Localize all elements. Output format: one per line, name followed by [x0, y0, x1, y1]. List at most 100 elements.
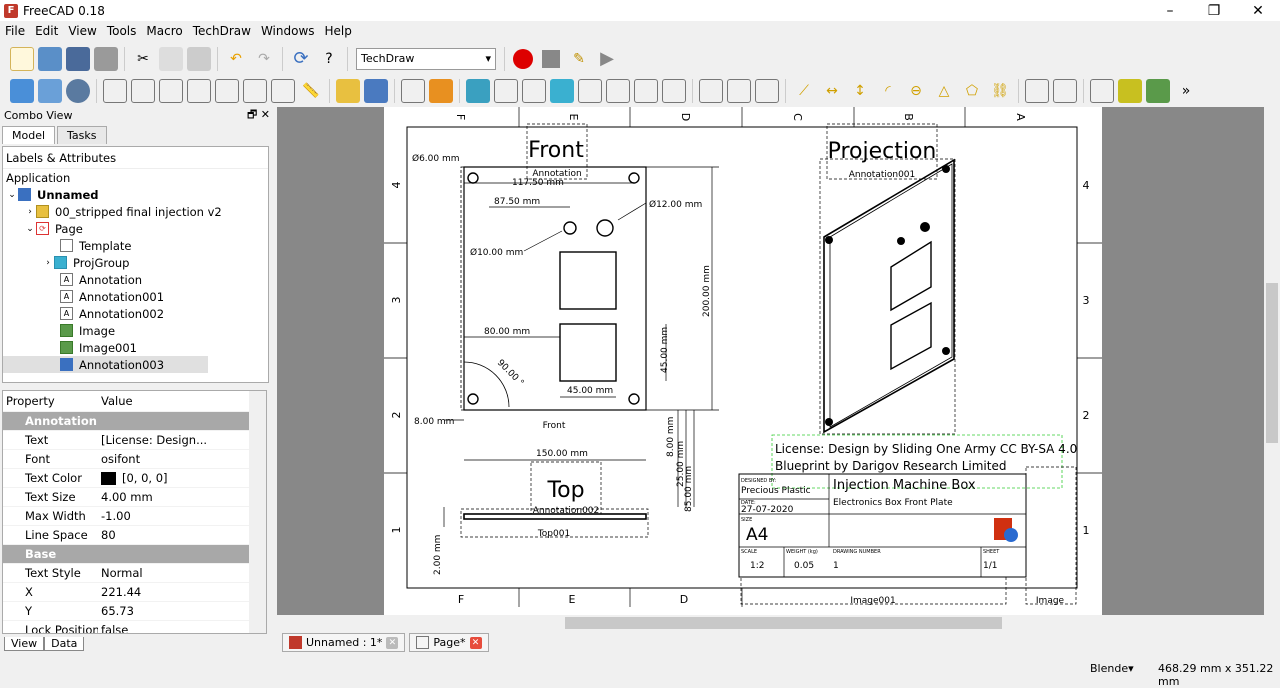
- menu-view[interactable]: View: [63, 24, 101, 38]
- undo-icon[interactable]: ↶: [224, 47, 248, 71]
- prop-value[interactable]: 221.44: [98, 582, 249, 602]
- float-close-icon[interactable]: 🗗 ✕: [247, 106, 270, 125]
- left-view-icon[interactable]: [271, 78, 295, 103]
- part-icon[interactable]: [336, 78, 360, 103]
- front-view-icon[interactable]: [131, 78, 155, 103]
- tree-item-template[interactable]: Template: [3, 237, 268, 254]
- measure-icon[interactable]: 📏: [299, 79, 323, 103]
- projection-view[interactable]: Projection Annotation001: [819, 123, 956, 435]
- prop-value[interactable]: [License: Design...: [98, 430, 249, 450]
- prop-value[interactable]: Normal: [98, 563, 249, 583]
- axonometric-icon[interactable]: [103, 78, 127, 103]
- insert-view-icon[interactable]: [466, 78, 490, 103]
- redo-icon[interactable]: ↷: [252, 47, 276, 71]
- hatch-icon[interactable]: [1090, 78, 1114, 103]
- chevron-down-icon[interactable]: ⌄: [6, 190, 18, 200]
- prop-value[interactable]: osifont: [98, 449, 249, 469]
- tree-application[interactable]: Application: [3, 169, 268, 186]
- prop-value[interactable]: [0, 0, 0]: [98, 468, 249, 488]
- prop-value[interactable]: 65.73: [98, 601, 249, 621]
- top-view[interactable]: Top Annotation002 Top001: [443, 461, 649, 539]
- prop-row-linespace[interactable]: Line Space 80: [3, 525, 249, 545]
- drawing-sheet[interactable]: F E D C B A F E D 4 3 2 1 4 3 2 1 Front …: [384, 107, 1102, 615]
- rear-view-icon[interactable]: [215, 78, 239, 103]
- cut-icon[interactable]: ✂: [131, 47, 155, 71]
- radius-dimension-icon[interactable]: ◜: [876, 79, 900, 103]
- prop-row-y[interactable]: Y 65.73: [3, 601, 249, 621]
- top-view-icon[interactable]: [159, 78, 183, 103]
- viewport-vscrollbar[interactable]: [1264, 107, 1280, 615]
- projection-group-icon[interactable]: [522, 78, 546, 103]
- geom-hatch-icon[interactable]: [1118, 78, 1142, 103]
- chevron-right-icon[interactable]: ›: [42, 258, 54, 268]
- 3pt-angle-icon[interactable]: ⬠: [960, 79, 984, 103]
- run-macro-icon[interactable]: ▶: [595, 47, 619, 71]
- tree-item-annotation[interactable]: A Annotation: [3, 271, 268, 288]
- paste-icon[interactable]: [187, 46, 211, 71]
- insert-page-icon[interactable]: [401, 78, 425, 103]
- menu-file[interactable]: File: [0, 24, 30, 38]
- close-window-button[interactable]: ✕: [1236, 0, 1280, 21]
- tree-item-page[interactable]: ⌄ ⟳ Page: [3, 220, 268, 237]
- tree-item-annotation002[interactable]: A Annotation002: [3, 305, 268, 322]
- viewport-hscrollbar[interactable]: [277, 615, 1264, 631]
- fit-selection-icon[interactable]: [38, 78, 62, 103]
- restore-button[interactable]: ❐: [1192, 0, 1236, 21]
- fit-all-icon[interactable]: [10, 78, 34, 103]
- menu-help[interactable]: Help: [320, 24, 357, 38]
- prop-value[interactable]: -1.00: [98, 506, 249, 526]
- spreadsheet-view-icon[interactable]: [662, 78, 686, 103]
- navigation-style-selector[interactable]: Blende▾: [1090, 662, 1134, 675]
- prop-row-color[interactable]: Text Color [0, 0, 0]: [3, 468, 249, 488]
- prop-value[interactable]: 4.00 mm: [98, 487, 249, 507]
- tab-model[interactable]: Model: [2, 126, 56, 144]
- close-icon[interactable]: ✕: [469, 636, 482, 649]
- draw-style-icon[interactable]: [66, 78, 90, 103]
- tree-item-body[interactable]: › 00_stripped final injection v2: [3, 203, 268, 220]
- tree-item-annotation001[interactable]: A Annotation001: [3, 288, 268, 305]
- tab-data[interactable]: Data: [44, 637, 85, 651]
- section-view-icon[interactable]: [550, 78, 574, 103]
- doc-tab-page[interactable]: Page* ✕: [409, 633, 489, 652]
- menu-windows[interactable]: Windows: [256, 24, 320, 38]
- clip-group-icon[interactable]: [699, 78, 723, 103]
- new-file-icon[interactable]: [10, 46, 34, 71]
- tree-item-image001[interactable]: Image001: [3, 339, 268, 356]
- arch-view-icon[interactable]: [634, 78, 658, 103]
- tree-document[interactable]: ⌄ Unnamed: [3, 186, 268, 203]
- drawing-viewport[interactable]: F E D C B A F E D 4 3 2 1 4 3 2 1 Front …: [277, 107, 1264, 615]
- open-file-icon[interactable]: [38, 46, 62, 71]
- close-icon[interactable]: ✕: [386, 636, 399, 649]
- tab-tasks[interactable]: Tasks: [57, 126, 107, 144]
- stop-macro-icon[interactable]: [539, 47, 563, 71]
- prop-row-text[interactable]: Text [License: Design...: [3, 430, 249, 450]
- length-dimension-icon[interactable]: ⟋: [792, 79, 816, 103]
- tree-item-annotation003[interactable]: Annotation003: [3, 356, 208, 373]
- diameter-dimension-icon[interactable]: ⊖: [904, 79, 928, 103]
- menu-edit[interactable]: Edit: [30, 24, 63, 38]
- prop-row-font[interactable]: Font osifont: [3, 449, 249, 469]
- prop-value[interactable]: 80: [98, 525, 249, 545]
- workbench-selector[interactable]: TechDraw ▾: [356, 47, 496, 70]
- group-icon[interactable]: [364, 78, 388, 103]
- title-block[interactable]: DESIGNED BY: Precious Plastic DATE: 27-0…: [738, 466, 1077, 606]
- props-scrollbar[interactable]: [249, 391, 266, 633]
- record-macro-icon[interactable]: [511, 47, 535, 71]
- prop-row-maxwidth[interactable]: Max Width -1.00: [3, 506, 249, 526]
- vertical-dimension-icon[interactable]: ↕: [848, 79, 872, 103]
- prop-row-x[interactable]: X 221.44: [3, 582, 249, 602]
- bottom-view-icon[interactable]: [243, 78, 267, 103]
- prop-row-lock[interactable]: Lock Position false: [3, 620, 249, 633]
- open-template-icon[interactable]: [429, 78, 453, 103]
- export-svg-icon[interactable]: [1025, 78, 1049, 103]
- menu-techdraw[interactable]: TechDraw: [188, 24, 256, 38]
- prop-row-size[interactable]: Text Size 4.00 mm: [3, 487, 249, 507]
- copy-icon[interactable]: [159, 46, 183, 71]
- clip-remove-icon[interactable]: [755, 78, 779, 103]
- tree-item-projgroup[interactable]: › ProjGroup: [3, 254, 268, 271]
- print-icon[interactable]: [94, 46, 118, 71]
- tab-view[interactable]: View: [4, 637, 45, 651]
- active-view-icon[interactable]: [494, 78, 518, 103]
- menu-macro[interactable]: Macro: [141, 24, 187, 38]
- link-dimension-icon[interactable]: ⛓: [988, 79, 1012, 103]
